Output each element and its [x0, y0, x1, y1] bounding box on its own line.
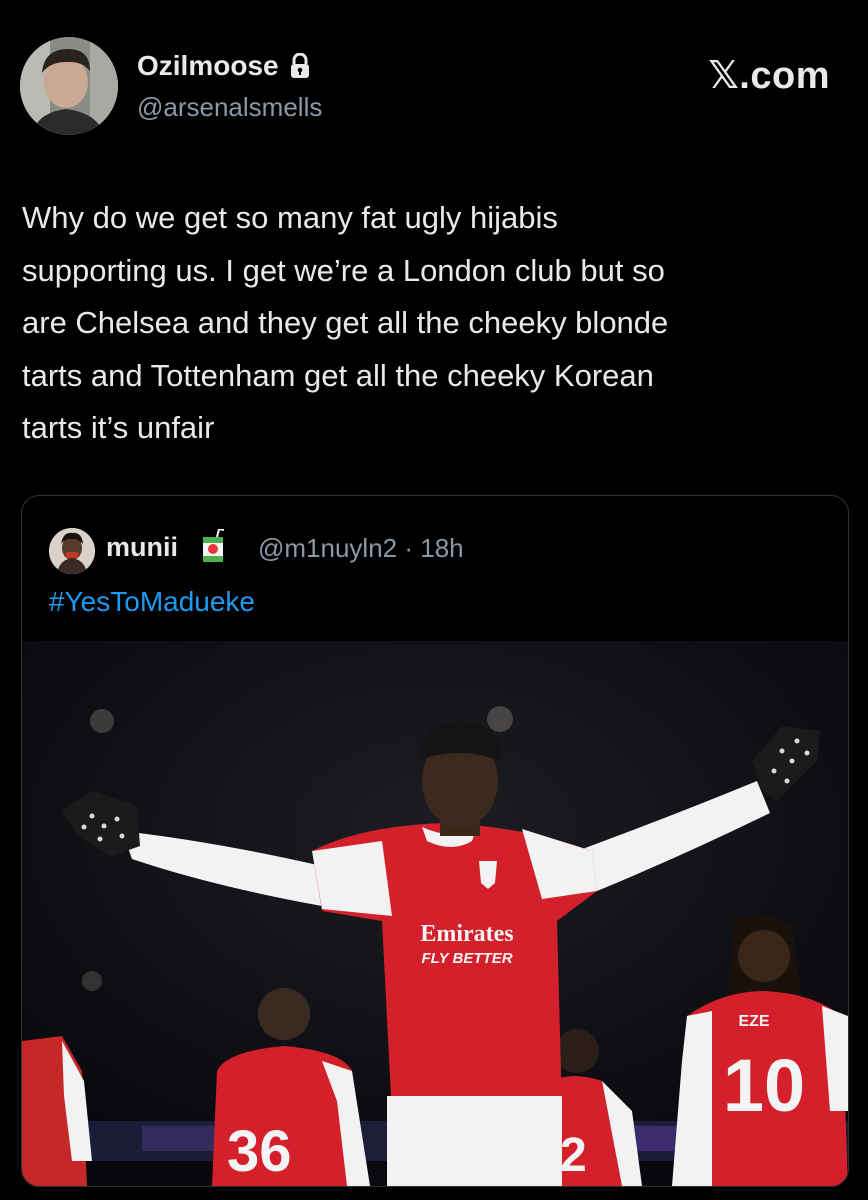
- jersey-number-36: 36: [227, 1119, 292, 1184]
- tweet-line: supporting us. I get we’re a London club…: [22, 252, 665, 288]
- jersey-sponsor-tagline: FLY BETTER: [421, 950, 512, 967]
- tweet-line: tarts it’s unfair: [22, 410, 215, 445]
- quoted-handle-and-time[interactable]: @m1nuyln2 · 18h: [258, 533, 464, 564]
- jersey-sponsor-emirates: Emirates: [420, 921, 513, 947]
- quoted-photo[interactable]: 36 2 EZE 10 Emirates FLY BETTER: [22, 641, 848, 1186]
- tweet-line: are Chelsea and they get all the cheeky …: [22, 305, 669, 340]
- x-brand-logo: 𝕏.com: [708, 55, 830, 97]
- football-celebration-photo: 36 2 EZE 10 Emirates FLY BETTER: [22, 641, 848, 1186]
- juice-box-icon: [201, 527, 225, 563]
- tweet-line: tarts and Tottenham get all the cheeky K…: [22, 357, 654, 393]
- tweet-text: Why do we get so many fat ugly hijabis s…: [22, 192, 842, 455]
- hashtag-link[interactable]: #YesToMadueke: [49, 586, 255, 618]
- quoted-tweet-card[interactable]: munii @m1nuyln2 · 18h #YesToMadueke 36 2…: [21, 495, 849, 1187]
- tweet-line: Why do we get so many fat ugly hijabis: [22, 200, 558, 235]
- jersey-number-2: 2: [560, 1129, 587, 1182]
- jersey-number-10: 10: [723, 1044, 805, 1127]
- jersey-name-eze: EZE: [738, 1013, 769, 1030]
- author-avatar[interactable]: [20, 37, 118, 135]
- quoted-avatar[interactable]: [49, 528, 95, 574]
- author-display-name[interactable]: Ozilmoose: [137, 50, 279, 82]
- author-handle[interactable]: @arsenalsmells: [137, 92, 322, 123]
- lock-icon: [289, 52, 311, 79]
- quoted-display-name[interactable]: munii: [106, 532, 178, 563]
